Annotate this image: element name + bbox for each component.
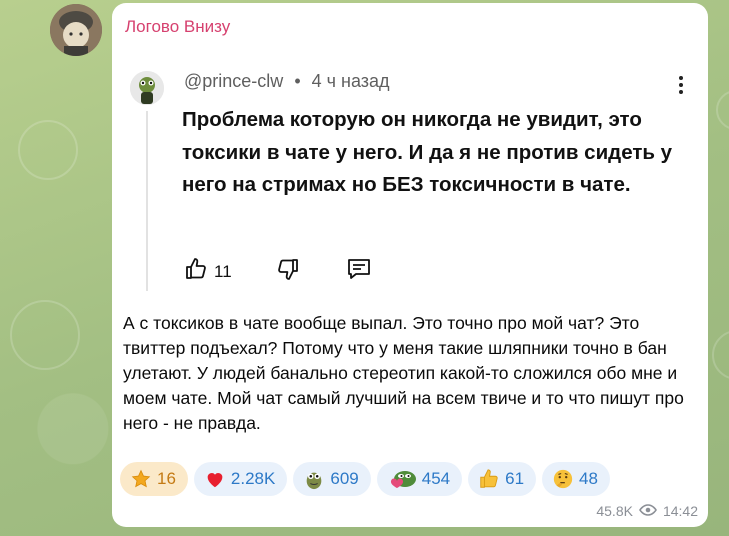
reaction-pepe-sticker[interactable]: 454 — [376, 462, 463, 496]
reaction-frog-sticker[interactable]: 609 — [293, 462, 371, 496]
message-time: 14:42 — [662, 503, 698, 519]
comment-author: @prince-clw — [184, 71, 284, 91]
channel-avatar[interactable] — [50, 4, 102, 56]
dislike-icon — [276, 257, 300, 286]
reaction-star[interactable]: 16 — [120, 462, 188, 496]
like-count: 11 — [214, 261, 232, 281]
reaction-count: 61 — [505, 469, 525, 488]
message-meta: 45.8K 14:42 — [596, 503, 698, 519]
thread-line — [146, 111, 148, 291]
reaction-count: 609 — [330, 469, 359, 488]
commenter-avatar — [130, 71, 164, 105]
message-bubble: Логово Внизу @prince-clw • 4 ч назад Про… — [112, 3, 708, 527]
view-count: 45.8K — [596, 503, 633, 519]
comment-actions: 11 — [184, 257, 372, 286]
thumbs-up-icon — [478, 468, 500, 490]
more-options-icon — [679, 76, 683, 97]
frog-sticker-icon — [303, 468, 325, 490]
background-doodle — [10, 300, 80, 370]
like-icon — [184, 257, 208, 286]
header-separator: • — [294, 71, 301, 91]
thinking-face-icon — [552, 468, 574, 490]
reaction-thinking[interactable]: 48 — [542, 462, 610, 496]
background-doodle — [18, 120, 78, 180]
comment-header: @prince-clw • 4 ч назад — [184, 71, 390, 92]
reaction-heart[interactable]: 2.28K — [193, 462, 288, 496]
eye-icon — [639, 503, 657, 519]
reaction-count: 16 — [157, 469, 176, 488]
youtube-comment-screenshot[interactable]: @prince-clw • 4 ч назад Проблема которую… — [125, 57, 698, 297]
message-text: А с токсиков в чате вообще выпал. Это то… — [123, 313, 684, 433]
pepe-sticker-icon — [387, 468, 417, 490]
comment-text: Проблема которую он никогда не увидит, э… — [182, 108, 673, 196]
reply-icon — [346, 257, 372, 286]
comment-time: 4 ч назад — [311, 71, 390, 91]
reaction-thumbs-up[interactable]: 61 — [468, 462, 537, 496]
reaction-count: 48 — [579, 469, 598, 488]
star-icon — [130, 468, 152, 490]
heart-icon — [204, 468, 226, 490]
reactions-bar: 16 2.28K 609 454 61 48 — [120, 462, 610, 496]
channel-name[interactable]: Логово Внизу — [125, 17, 230, 37]
reaction-count: 454 — [421, 469, 451, 488]
reaction-count: 2.28K — [230, 469, 276, 488]
